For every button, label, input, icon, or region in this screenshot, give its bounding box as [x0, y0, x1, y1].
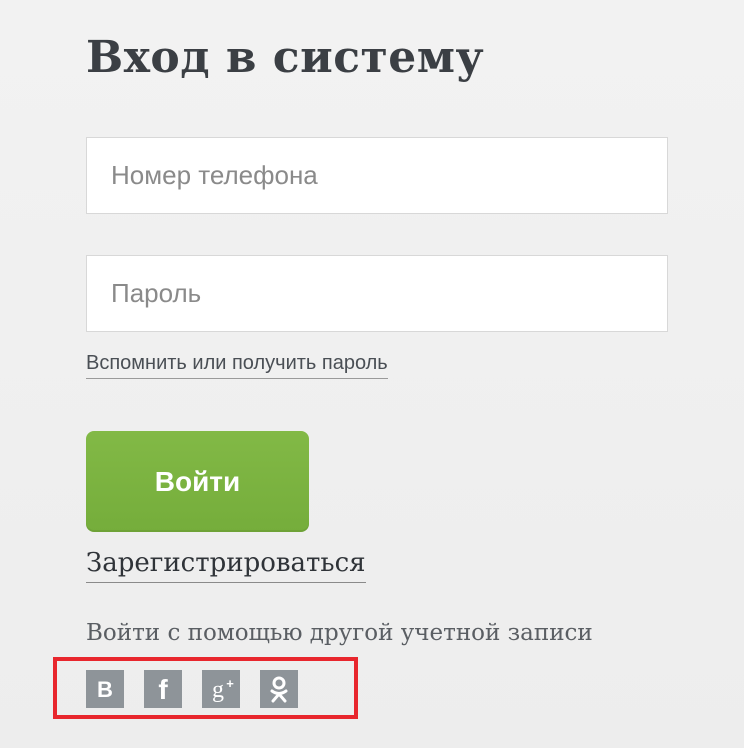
- login-page: Вход в систему Вспомнить или получить па…: [0, 0, 744, 748]
- svg-text:f: f: [158, 676, 168, 702]
- social-login-row: B f g +: [86, 670, 298, 708]
- phone-input[interactable]: [86, 137, 668, 214]
- register-link[interactable]: Зарегистрироваться: [86, 548, 366, 583]
- svg-text:+: +: [226, 676, 234, 691]
- page-title: Вход в систему: [86, 32, 485, 83]
- odnoklassniki-icon: [268, 675, 290, 703]
- google-plus-login-button[interactable]: g +: [202, 670, 240, 708]
- svg-text:B: B: [97, 678, 113, 700]
- facebook-icon: f: [152, 676, 174, 702]
- odnoklassniki-login-button[interactable]: [260, 670, 298, 708]
- login-button[interactable]: Войти: [86, 431, 309, 532]
- facebook-login-button[interactable]: f: [144, 670, 182, 708]
- vk-icon: B: [94, 678, 116, 700]
- svg-text:g: g: [212, 677, 224, 702]
- forgot-password-link[interactable]: Вспомнить или получить пароль: [86, 352, 388, 379]
- google-plus-icon: g +: [206, 676, 236, 702]
- vk-login-button[interactable]: B: [86, 670, 124, 708]
- password-input[interactable]: [86, 255, 668, 332]
- other-accounts-label: Войти с помощью другой учетной записи: [86, 620, 593, 646]
